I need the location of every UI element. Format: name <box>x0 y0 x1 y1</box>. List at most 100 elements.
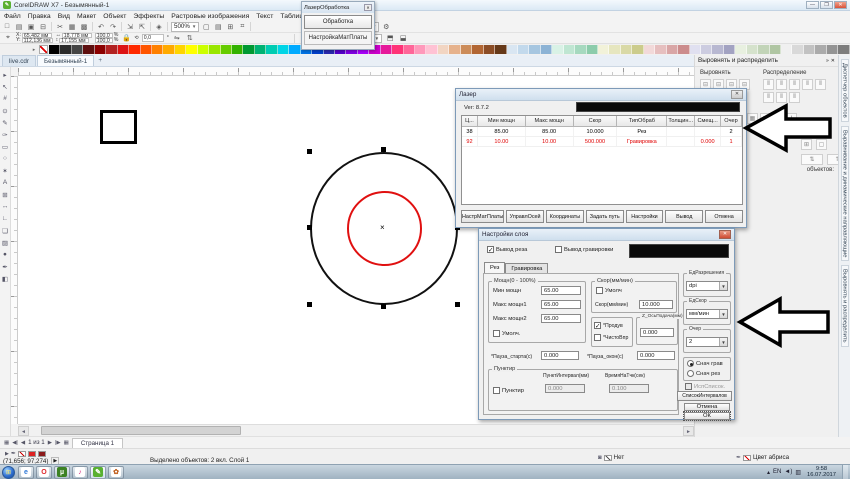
settings-button[interactable]: Настройки <box>626 210 664 223</box>
palette-swatch[interactable] <box>381 45 392 54</box>
grid-icon[interactable]: ⊞ <box>225 22 235 32</box>
scroll-left-icon[interactable]: ◄ <box>18 426 29 436</box>
output-button[interactable]: Вывод <box>665 210 703 223</box>
outline-pen-tool-icon[interactable]: ✒ <box>0 261 10 272</box>
selection-handle[interactable] <box>381 304 386 309</box>
axis-control-button[interactable]: УправлОсей <box>506 210 544 223</box>
zoom-level-combo[interactable]: 500% ▼ <box>171 22 199 32</box>
lock-ratio-icon[interactable]: 🔒 <box>121 33 131 43</box>
palette-swatch[interactable] <box>770 45 781 54</box>
palette-swatch[interactable] <box>644 45 655 54</box>
palette-swatch[interactable] <box>667 45 678 54</box>
rotation-angle-field[interactable]: 0,0 <box>142 34 164 42</box>
tab-alignment-dynamic-guides[interactable]: Выравнивание и динамические направляющие <box>841 126 849 261</box>
close-button-icon[interactable]: ✕ <box>834 1 847 9</box>
distribute-icon[interactable]: ⫴ <box>815 79 826 90</box>
layer-dialog-titlebar[interactable]: Настройки слоя ✕ <box>479 229 734 241</box>
spacing-x-stepper[interactable]: ⇅ <box>801 154 823 165</box>
language-indicator[interactable]: EN <box>773 469 781 475</box>
print-icon[interactable]: ⊟ <box>38 22 48 32</box>
palette-swatch[interactable] <box>49 45 60 54</box>
import-icon[interactable]: ⇲ <box>125 22 135 32</box>
palette-swatch[interactable] <box>792 45 803 54</box>
palette-swatch[interactable] <box>712 45 723 54</box>
use-list-checkbox[interactable]: ИспСписок. <box>685 383 725 390</box>
column-header[interactable]: Скор <box>574 116 618 127</box>
pause-start-field[interactable]: 0.000 <box>541 351 579 360</box>
palette-swatch[interactable] <box>529 45 540 54</box>
tab-align-distribute[interactable]: Выровнять и распределить <box>841 265 849 347</box>
palette-swatch[interactable] <box>518 45 529 54</box>
motherboard-settings-button[interactable]: НастройкаМатПлаты <box>304 31 372 45</box>
scroll-right-icon[interactable]: ► <box>683 426 694 436</box>
scale-y-field[interactable]: 100,0 <box>95 38 113 43</box>
palette-swatch[interactable] <box>564 45 575 54</box>
selection-handle[interactable] <box>307 149 312 154</box>
palette-swatch[interactable] <box>701 45 712 54</box>
tray-expand-icon[interactable]: ▴ <box>767 469 770 476</box>
tab-engrave[interactable]: Гравировка <box>505 263 548 273</box>
document-tab[interactable]: live.cdr <box>2 55 36 66</box>
cancel-button[interactable]: Отмена <box>684 403 730 411</box>
next-page-icon[interactable]: ▶ <box>48 440 52 446</box>
start-button[interactable]: ⊞ <box>2 466 15 479</box>
palette-swatch[interactable] <box>415 45 426 54</box>
palette-swatch[interactable] <box>678 45 689 54</box>
laser-dialog-close-icon[interactable]: ✕ <box>731 90 743 99</box>
menu-item-макет[interactable]: Макет <box>77 13 96 20</box>
add-page-icon[interactable]: ▦ <box>64 440 69 446</box>
palette-swatch[interactable] <box>209 45 220 54</box>
fill-tool-icon[interactable]: ◧ <box>0 273 10 284</box>
shape-tool-icon[interactable]: ↖ <box>0 81 10 92</box>
layer-color-swatch[interactable] <box>629 244 729 258</box>
mirror-vertical-icon[interactable]: ⇅ <box>185 33 195 43</box>
column-header[interactable]: Мин мощн <box>478 116 526 127</box>
column-header[interactable]: ТипОбраб <box>617 116 667 127</box>
palette-swatch[interactable] <box>484 45 495 54</box>
copy-icon[interactable]: ▦ <box>67 22 77 32</box>
mirror-horizontal-icon[interactable]: ⇋ <box>172 33 182 43</box>
palette-swatch[interactable] <box>758 45 769 54</box>
rectangle-tool-icon[interactable]: ▭ <box>0 141 10 152</box>
interval-list-button[interactable]: СписокИнтервалов <box>677 391 732 401</box>
minimize-button-icon[interactable]: — <box>806 1 819 9</box>
palette-swatch[interactable] <box>83 45 94 54</box>
palette-swatch[interactable] <box>598 45 609 54</box>
transparency-tool-icon[interactable]: ▨ <box>0 237 10 248</box>
palette-swatch[interactable] <box>838 45 849 54</box>
page-extent-icon[interactable]: ▢ <box>816 139 827 150</box>
text-tool-icon[interactable]: А <box>0 177 10 188</box>
add-page-icon[interactable]: ▦ <box>4 440 9 446</box>
speed-unit-select[interactable]: мм/мин▼ <box>686 309 728 319</box>
open-icon[interactable]: ▤ <box>14 22 24 32</box>
rulers-icon[interactable]: ▤ <box>213 22 223 32</box>
process-button[interactable]: Обработка <box>304 15 372 29</box>
network-icon[interactable]: ▥ <box>795 469 801 476</box>
palette-swatch[interactable] <box>198 45 209 54</box>
laser-layers-table[interactable]: Ц...Мин мощнМакс мощнСкорТипОбрабТолщин.… <box>461 115 743 205</box>
taskbar-paint-icon[interactable]: ✿ <box>108 466 124 479</box>
motherboard-settings-button[interactable]: НастрМатПлаты <box>461 210 504 223</box>
z-feed-field[interactable]: 0.000 <box>640 328 674 337</box>
palette-swatch[interactable] <box>72 45 83 54</box>
dimension-tool-icon[interactable]: ↔ <box>0 201 10 212</box>
scrollbar-thumb[interactable] <box>41 426 241 435</box>
save-icon[interactable]: ▣ <box>26 22 36 32</box>
new-document-icon[interactable]: □ <box>2 22 12 32</box>
distribute-icon[interactable]: ⫴ <box>789 79 800 90</box>
max-power1-field[interactable]: 65.00 <box>541 300 581 309</box>
align-option-icon[interactable]: A <box>773 113 784 124</box>
close-icon[interactable]: ✕ <box>364 4 372 11</box>
menu-item-эффекты[interactable]: Эффекты <box>133 13 164 20</box>
horizontal-scrollbar[interactable]: ◄ ► <box>18 424 694 436</box>
selection-handle[interactable] <box>455 302 460 307</box>
taskbar-opera-icon[interactable]: O <box>36 466 52 479</box>
taskbar-internet-explorer-icon[interactable]: e <box>18 466 34 479</box>
menu-item-объект[interactable]: Объект <box>103 13 126 20</box>
power-default-checkbox[interactable]: Умолч. <box>493 330 520 337</box>
palette-swatch[interactable] <box>426 45 437 54</box>
palette-swatch[interactable] <box>609 45 620 54</box>
selection-handle[interactable] <box>307 302 312 307</box>
palette-swatch[interactable] <box>552 45 563 54</box>
palette-swatch[interactable] <box>438 45 449 54</box>
